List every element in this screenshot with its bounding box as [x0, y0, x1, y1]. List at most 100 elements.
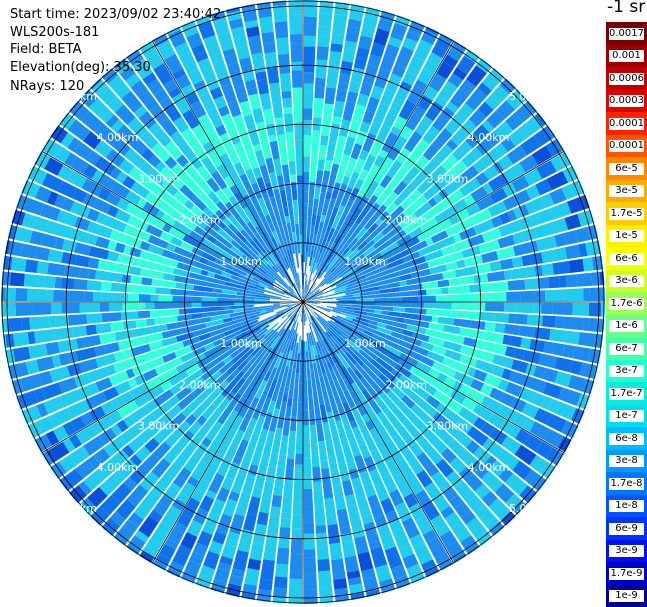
- ppi-ray-gate: [469, 284, 481, 293]
- ppi-ray-gate: [164, 280, 177, 289]
- ppi-ray-gate: [552, 302, 573, 316]
- ppi-ray-gate: [303, 549, 316, 558]
- ppi-ray-gate: [130, 275, 143, 285]
- ppi-ray-gate: [162, 273, 176, 282]
- ppi-ray-gate: [552, 260, 571, 275]
- colorbar-step: 1e-5: [606, 224, 647, 248]
- colorbar-label: 0.0006: [609, 72, 644, 85]
- ppi-ray-gate: [281, 496, 293, 514]
- colorbar-step: 3e-7: [606, 359, 647, 383]
- ppi-ray-gate: [320, 460, 329, 469]
- ppi-ray-gate: [321, 119, 332, 136]
- ppi-ray-gate: [149, 309, 166, 318]
- ppi-ray-gate: [308, 394, 314, 411]
- ppi-ray-gate: [97, 259, 117, 272]
- ppi-ray-gate: [534, 327, 551, 341]
- ppi-ray-gate: [392, 307, 406, 313]
- ppi-ray-gate: [303, 203, 308, 222]
- ppi-ray-gate: [247, 35, 263, 55]
- ppi-ray-gate: [109, 302, 123, 312]
- ppi-ray-gate: [338, 299, 349, 302]
- ppi-ray-gate: [354, 535, 369, 555]
- ppi-ray-gate: [187, 296, 202, 302]
- ppi-ray-gate: [347, 503, 360, 520]
- ppi-ray-gate: [312, 205, 318, 214]
- ppi-ray-gate: [459, 327, 477, 338]
- ppi-ray-gate: [295, 140, 303, 159]
- ppi-ray-gate: [293, 105, 303, 123]
- ppi-ray-gate: [9, 272, 25, 287]
- ppi-ray-gate: [448, 277, 462, 287]
- ppi-ray-gate: [374, 309, 382, 315]
- ppi-ray-gate: [379, 284, 386, 290]
- ppi-ray-gate: [279, 73, 292, 92]
- ppi-ray-gate: [582, 317, 590, 331]
- colorbar-step: 1.7e-8: [606, 472, 647, 495]
- colorbar-step: 6e-8: [606, 427, 647, 450]
- ppi-ray-gate: [47, 249, 64, 263]
- ppi-ray-gate: [47, 262, 66, 276]
- ppi-ray-gate: [344, 555, 360, 573]
- ppi-ray-gate: [303, 361, 307, 379]
- ppi-ray-gate: [293, 490, 303, 503]
- ppi-ray-gate: [46, 289, 54, 302]
- ppi-ray-gate: [304, 573, 317, 590]
- range-label: 2.00km: [385, 214, 427, 227]
- ppi-ray-gate: [262, 108, 275, 125]
- ppi-ray-gate: [186, 290, 194, 296]
- ppi-ray-gate: [435, 295, 447, 302]
- range-label: 4.00km: [468, 461, 510, 474]
- ppi-ray-gate: [591, 271, 601, 286]
- ppi-ray-gate: [399, 280, 408, 287]
- ppi-ray-gate: [381, 306, 394, 312]
- ppi-ray-gate: [437, 279, 450, 288]
- colorbar-label: 3e-9: [609, 545, 644, 557]
- ppi-ray-gate: [172, 295, 188, 302]
- ppi-ray-gate: [274, 576, 288, 589]
- ppi-ray-gate: [420, 314, 433, 322]
- colorbar-label: 3e-7: [609, 365, 644, 377]
- ppi-ray-gate: [53, 289, 68, 302]
- ppi-ray-gate: [332, 14, 348, 36]
- ppi-ray-gate: [306, 359, 310, 368]
- ppi-ray-gate: [303, 533, 316, 550]
- colorbar-label: 1.7e-6: [609, 297, 644, 310]
- ppi-ray-gate: [493, 312, 509, 323]
- ppi-ray-gate: [526, 266, 536, 278]
- ppi-ray-gate: [318, 144, 328, 160]
- ppi-ray-gate: [296, 158, 303, 170]
- ppi-ray-gate: [244, 304, 254, 308]
- range-label: 1.00km: [344, 255, 386, 268]
- ppi-ray-gate: [243, 302, 257, 305]
- ppi-ray-gate: [395, 317, 405, 323]
- ppi-ray-gate: [137, 310, 151, 319]
- ppi-ray-gate: [508, 313, 516, 324]
- ppi-ray-gate: [463, 311, 481, 320]
- ppi-ray-gate: [489, 260, 502, 272]
- ppi-ray-gate: [299, 356, 303, 375]
- ppi-ray-gate: [485, 302, 505, 312]
- ppi-ray-gate: [73, 278, 88, 290]
- scan-info: Start time: 2023/09/02 23:40:42 WLS200s-…: [10, 6, 221, 96]
- ppi-ray-gate: [589, 287, 605, 301]
- ppi-ray-gate: [277, 134, 287, 154]
- elevation-label: Elevation(deg): 35.30: [10, 59, 151, 75]
- ppi-ray-gate: [212, 288, 223, 294]
- ppi-ray-gate: [268, 452, 279, 468]
- ppi-ray-gate: [330, 43, 343, 53]
- ppi-ray-gate: [503, 302, 516, 313]
- ppi-ray-gate: [473, 274, 482, 284]
- ppi-ray-gate: [291, 520, 303, 529]
- ppi-ray-gate: [583, 288, 590, 301]
- ppi-ray-gate: [338, 72, 351, 84]
- ppi-ray-gate: [303, 425, 310, 443]
- ppi-ray-gate: [14, 226, 33, 243]
- ppi-ray-gate: [290, 43, 303, 62]
- ppi-ray-gate: [479, 283, 490, 293]
- ppi-ray-gate: [314, 187, 321, 200]
- ppi-ray-gate: [315, 59, 328, 79]
- ppi-ray-gate: [45, 341, 60, 356]
- ppi-ray-gate: [308, 199, 314, 207]
- ppi-ray-gate: [84, 291, 94, 302]
- ppi-ray-gate: [305, 351, 309, 360]
